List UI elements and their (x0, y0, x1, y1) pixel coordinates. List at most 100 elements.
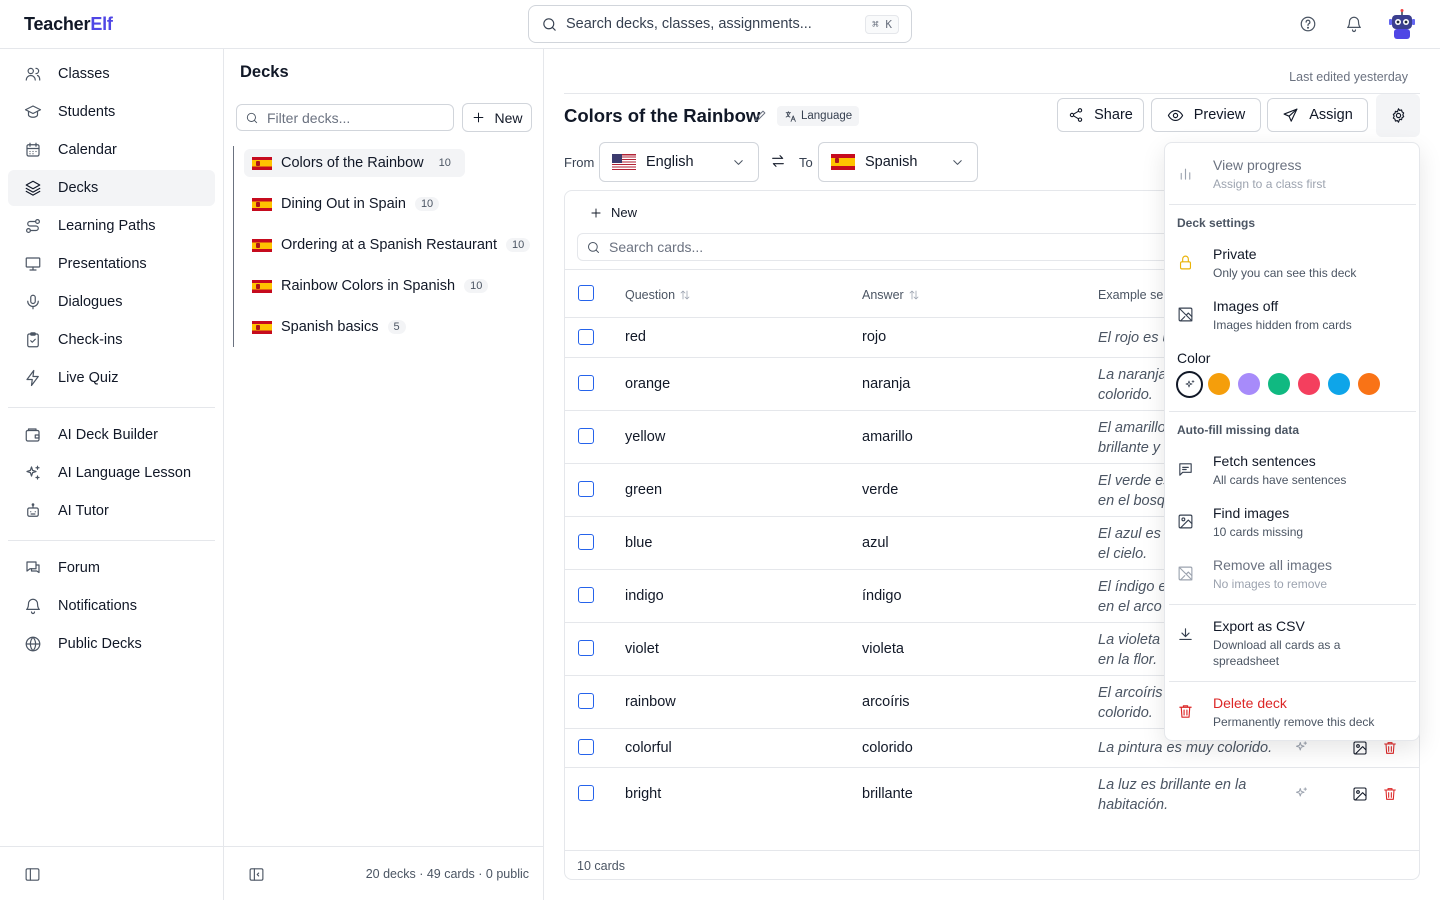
menu-item-remove-images[interactable]: Remove all images No images to remove (1177, 557, 1332, 592)
row-checkbox[interactable] (578, 640, 594, 656)
color-swatch-none[interactable] (1176, 371, 1203, 398)
sidebar-item-check-ins[interactable]: Check-ins (8, 322, 215, 358)
row-checkbox[interactable] (578, 375, 594, 391)
ai-generate-button[interactable] (1294, 786, 1324, 802)
menu-item-images-off[interactable]: Images off Images hidden from cards (1177, 298, 1352, 333)
deck-item[interactable]: Rainbow Colors in Spanish 10 (244, 272, 496, 300)
table-row[interactable]: bright brillante La luz es brillante en … (565, 768, 1419, 821)
card-answer[interactable]: rojo (862, 329, 886, 345)
row-checkbox[interactable] (578, 534, 594, 550)
card-question[interactable]: red (625, 329, 646, 345)
menu-item-private[interactable]: Private Only you can see this deck (1177, 246, 1356, 281)
card-answer[interactable]: azul (862, 535, 889, 551)
menu-item-delete-deck[interactable]: Delete deck Permanently remove this deck (1177, 695, 1374, 730)
column-example[interactable]: Example se (1098, 288, 1163, 302)
delete-card-button[interactable] (1382, 786, 1412, 802)
card-answer[interactable]: índigo (862, 588, 902, 604)
sidebar-item-ai-language-lesson[interactable]: AI Language Lesson (8, 455, 215, 491)
card-answer[interactable]: amarillo (862, 429, 913, 445)
sidebar-item-forum[interactable]: Forum (8, 550, 215, 586)
deck-item[interactable]: Colors of the Rainbow 10 (244, 149, 465, 177)
card-answer[interactable]: naranja (862, 376, 910, 392)
color-swatch-rose[interactable] (1298, 373, 1320, 395)
filter-decks-input[interactable]: Filter decks... (236, 104, 454, 131)
card-question[interactable]: yellow (625, 429, 665, 445)
sidebar-item-classes[interactable]: Classes (8, 56, 215, 92)
card-example[interactable]: La pintura es muy colorido. (1098, 738, 1318, 758)
color-swatch-sky[interactable] (1328, 373, 1350, 395)
swap-languages-button[interactable] (770, 153, 786, 169)
share-button[interactable]: Share (1057, 98, 1144, 132)
sidebar-item-students[interactable]: Students (8, 94, 215, 130)
row-checkbox[interactable] (578, 481, 594, 497)
menu-item-export-csv[interactable]: Export as CSV Download all cards as a spr… (1177, 618, 1354, 669)
sidebar-item-dialogues[interactable]: Dialogues (8, 284, 215, 320)
sidebar-item-calendar[interactable]: Calendar (8, 132, 215, 168)
card-question[interactable]: colorful (625, 740, 672, 756)
row-checkbox[interactable] (578, 329, 594, 345)
column-answer[interactable]: Answer (862, 288, 920, 302)
row-checkbox[interactable] (578, 587, 594, 603)
edit-title-button[interactable] (753, 108, 768, 123)
menu-section-autofill: Auto-fill missing data (1177, 423, 1300, 437)
from-label: From (564, 155, 595, 170)
color-swatch-amber[interactable] (1208, 373, 1230, 395)
new-card-button[interactable]: New (589, 205, 637, 220)
to-language-select[interactable]: Spanish (818, 142, 978, 182)
ai-generate-button[interactable] (1294, 740, 1324, 756)
notifications-button[interactable] (1345, 15, 1363, 33)
card-question[interactable]: violet (625, 641, 659, 657)
delete-card-button[interactable] (1382, 740, 1412, 756)
help-button[interactable] (1299, 15, 1317, 33)
collapse-sidebar-button[interactable] (24, 866, 41, 883)
card-question[interactable]: orange (625, 376, 670, 392)
sidebar-item-ai-deck-builder[interactable]: AI Deck Builder (8, 417, 215, 453)
sidebar-item-learning-paths[interactable]: Learning Paths (8, 208, 215, 244)
assign-button[interactable]: Assign (1267, 98, 1368, 132)
row-checkbox[interactable] (578, 693, 594, 709)
card-question[interactable]: indigo (625, 588, 664, 604)
user-avatar[interactable] (1386, 8, 1418, 40)
color-swatch-green[interactable] (1268, 373, 1290, 395)
card-answer[interactable]: arcoíris (862, 694, 910, 710)
row-checkbox[interactable] (578, 785, 594, 801)
deck-item[interactable]: Dining Out in Spain 10 (244, 190, 447, 218)
card-answer[interactable]: colorido (862, 740, 913, 756)
card-question[interactable]: green (625, 482, 662, 498)
sidebar-item-notifications[interactable]: Notifications (8, 588, 215, 624)
card-question[interactable]: bright (625, 786, 661, 802)
row-checkbox[interactable] (578, 428, 594, 444)
add-image-button[interactable] (1352, 786, 1382, 802)
new-deck-button[interactable]: New (462, 103, 532, 132)
sidebar: Classes Students Calendar Decks Learning… (0, 49, 224, 900)
menu-item-view-progress[interactable]: View progress Assign to a class first (1177, 157, 1326, 192)
sidebar-item-decks[interactable]: Decks (8, 170, 215, 206)
global-search-input[interactable]: Search decks, classes, assignments... ⌘ … (528, 5, 912, 43)
column-question[interactable]: Question (625, 288, 691, 302)
color-swatch-purple[interactable] (1238, 373, 1260, 395)
row-checkbox[interactable] (578, 739, 594, 755)
menu-item-find-images[interactable]: Find images 10 cards missing (1177, 505, 1303, 540)
card-answer[interactable]: verde (862, 482, 898, 498)
app-logo[interactable]: TeacherElf (24, 14, 113, 35)
preview-button[interactable]: Preview (1151, 98, 1261, 132)
add-image-button[interactable] (1352, 740, 1382, 756)
sidebar-item-public-decks[interactable]: Public Decks (8, 626, 215, 662)
search-cards-input[interactable]: Search cards... (577, 233, 1177, 261)
sidebar-item-ai-tutor[interactable]: AI Tutor (8, 493, 215, 529)
card-question[interactable]: blue (625, 535, 652, 551)
sidebar-item-presentations[interactable]: Presentations (8, 246, 215, 282)
menu-item-fetch-sentences[interactable]: Fetch sentences All cards have sentences (1177, 453, 1346, 488)
select-all-checkbox[interactable] (578, 285, 594, 301)
card-answer[interactable]: violeta (862, 641, 904, 657)
deck-settings-button[interactable] (1376, 94, 1420, 137)
from-language-select[interactable]: English (599, 142, 759, 182)
deck-item[interactable]: Ordering at a Spanish Restaurant 10 (244, 231, 538, 259)
card-question[interactable]: rainbow (625, 694, 676, 710)
deck-item[interactable]: Spanish basics 5 (244, 313, 414, 341)
sidebar-item-live-quiz[interactable]: Live Quiz (8, 360, 215, 396)
collapse-decks-panel-button[interactable] (248, 866, 265, 883)
card-answer[interactable]: brillante (862, 786, 913, 802)
color-swatch-orange[interactable] (1358, 373, 1380, 395)
card-example[interactable]: La luz es brillante en la habitación. (1098, 775, 1318, 815)
